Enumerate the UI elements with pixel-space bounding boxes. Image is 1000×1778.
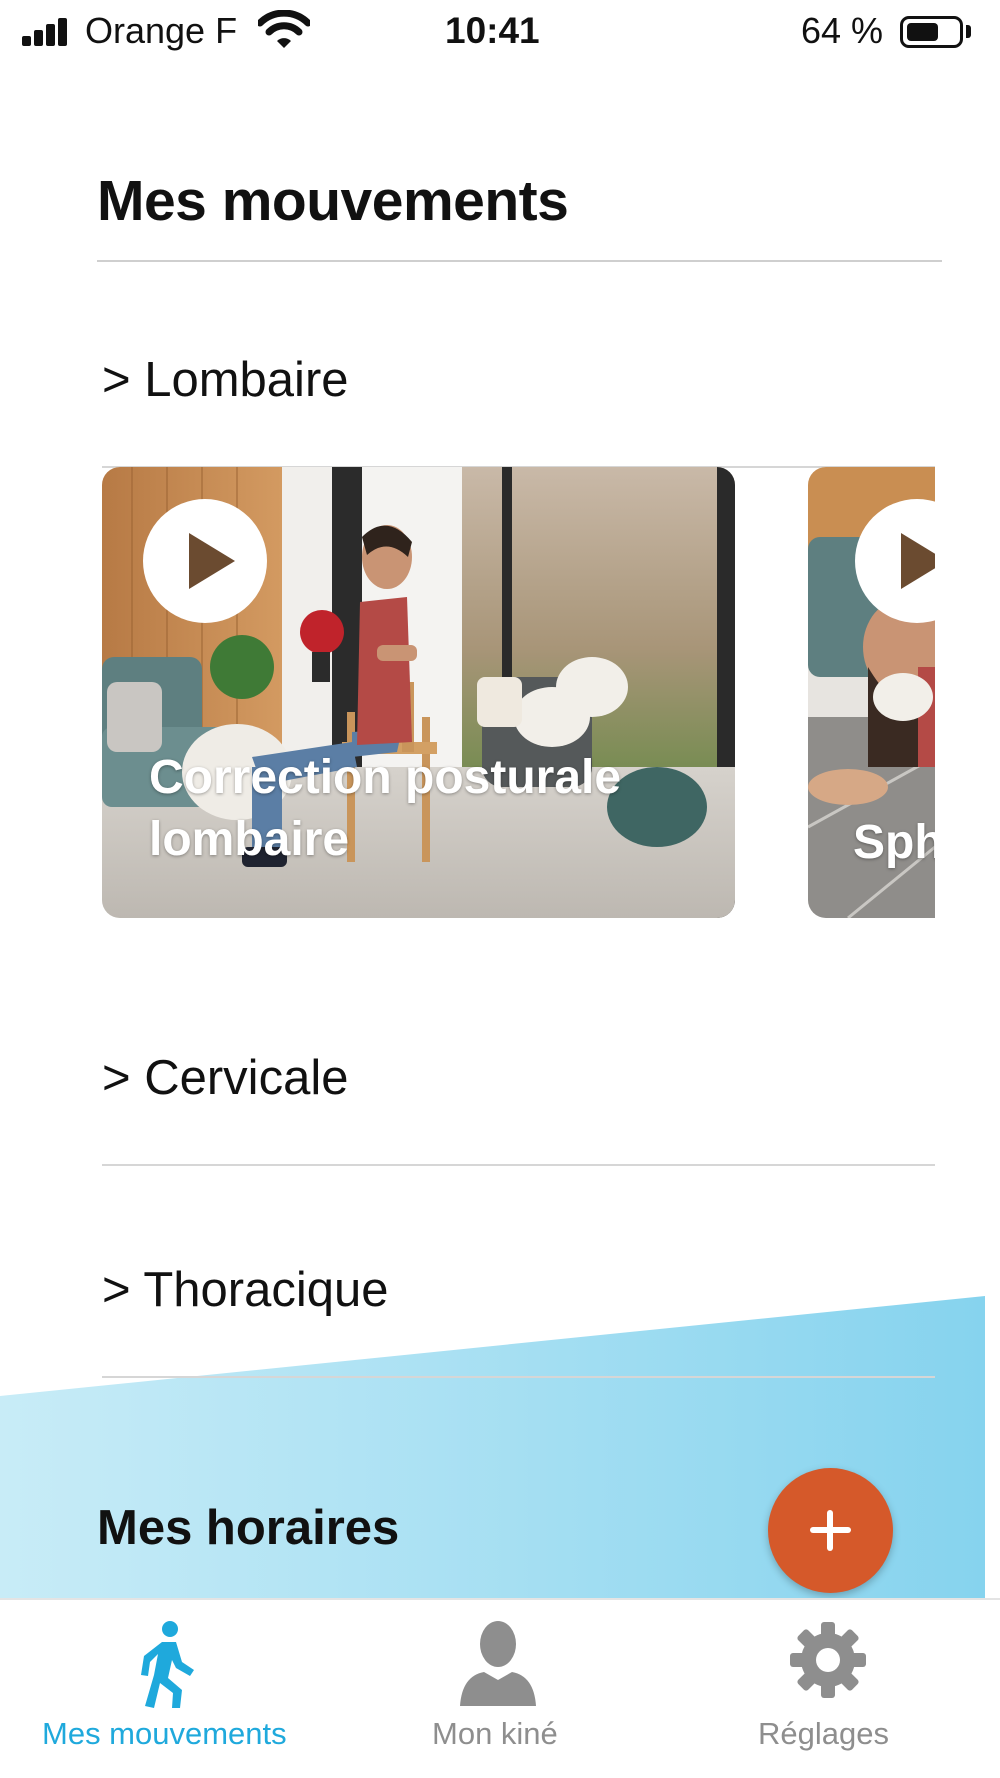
tab-mon-kine[interactable]: Mon kiné — [390, 1600, 610, 1778]
plus-icon-vertical — [827, 1510, 833, 1551]
tab-label: Mes mouvements — [42, 1716, 287, 1751]
video-title-line1: Correction posturale — [149, 751, 622, 804]
play-icon — [901, 533, 935, 589]
video-title: Sph — [853, 816, 935, 869]
video-title: Correction posturale lombaire — [149, 747, 621, 871]
status-bar: Orange F 10:41 64 % — [0, 0, 1000, 64]
gear-icon — [790, 1622, 866, 1698]
play-icon — [189, 533, 235, 589]
tab-bar: Mes mouvements Mon kiné Réglages — [0, 1598, 1000, 1778]
add-schedule-button[interactable] — [768, 1468, 893, 1593]
video-card-correction-posturale[interactable]: Correction posturale lombaire — [102, 467, 735, 918]
walking-person-icon — [141, 1621, 194, 1708]
section-header-lombaire[interactable]: > Lombaire — [102, 352, 349, 408]
title-divider — [97, 260, 942, 262]
section-header-cervicale[interactable]: > Cervicale — [102, 1050, 348, 1106]
battery-percentage: 64 % — [801, 10, 884, 51]
battery-tip — [966, 25, 971, 38]
battery-icon — [900, 16, 963, 48]
tab-label: Mon kiné — [432, 1716, 558, 1751]
tab-label: Réglages — [758, 1716, 889, 1751]
play-button[interactable] — [143, 499, 267, 623]
video-title-line2: lombaire — [149, 813, 350, 866]
battery-level — [907, 23, 938, 41]
person-icon — [460, 1621, 536, 1706]
signal-icon — [22, 16, 72, 46]
status-time: 10:41 — [445, 10, 540, 51]
video-card-sph[interactable]: Sph — [808, 467, 935, 918]
app-screen: Orange F 10:41 64 % Mes mouvements > Lom… — [0, 0, 1000, 1778]
tab-mes-mouvements[interactable]: Mes mouvements — [20, 1600, 310, 1778]
wifi-icon — [258, 10, 310, 48]
tab-reglages[interactable]: Réglages — [730, 1600, 950, 1778]
page-title: Mes mouvements — [97, 169, 569, 233]
schedule-title: Mes horaires — [97, 1501, 400, 1555]
section-divider-cervicale — [102, 1164, 935, 1166]
section-divider-thoracique — [102, 1376, 935, 1378]
carrier-name: Orange F — [85, 10, 238, 51]
section-header-thoracique[interactable]: > Thoracique — [102, 1262, 389, 1318]
